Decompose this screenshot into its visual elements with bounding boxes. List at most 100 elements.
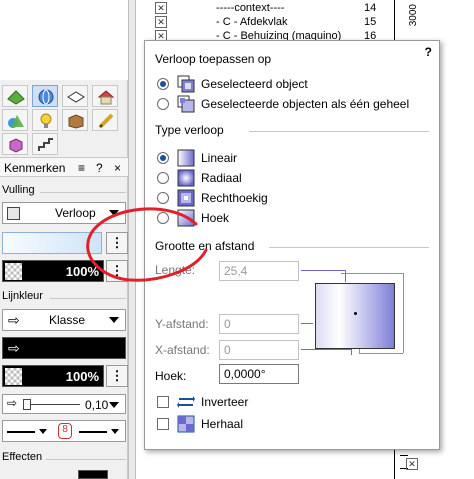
linear-gradient-icon — [177, 149, 195, 167]
angle-field[interactable]: 0,0000° — [219, 364, 299, 384]
line-style-row[interactable]: 8 — [2, 420, 126, 442]
line-weight-value: 0,10 — [85, 398, 109, 412]
type-option-angle[interactable]: Hoek — [157, 209, 307, 227]
delete-icon[interactable]: ✕ — [155, 2, 167, 14]
properties-title: Kenmerken — [4, 161, 66, 175]
link-icon[interactable]: 8 — [58, 423, 72, 439]
apply-option-group[interactable]: Geselecteerde objecten als één geheel — [157, 95, 427, 113]
invert-label: Inverteer — [201, 395, 249, 409]
list-item-number: 14 — [364, 2, 377, 14]
gradient-popup: ? Verloop toepassen op Geselecteerd obje… — [144, 40, 440, 450]
type-section-title: Type verloop — [155, 123, 224, 137]
list-item-number: 15 — [364, 16, 377, 28]
invert-checkbox[interactable] — [157, 396, 169, 408]
tool-button[interactable] — [92, 109, 118, 131]
radio-button[interactable] — [157, 98, 169, 110]
delete-icon[interactable]: ✕ — [155, 16, 167, 28]
apply-section-title: Verloop toepassen op — [155, 52, 272, 66]
tool-button[interactable] — [2, 133, 28, 155]
slider-thumb[interactable] — [23, 399, 31, 410]
effects-section-label: Effecten — [2, 451, 43, 463]
scroll-divider — [128, 0, 136, 479]
ruler-label: 3000 — [408, 4, 419, 27]
type-option-linear[interactable]: Lineair — [157, 149, 307, 167]
help-icon[interactable]: ? — [425, 45, 432, 59]
repeat-option[interactable]: Herhaal — [157, 415, 277, 433]
line-color-section-label: Lijnkleur — [2, 290, 43, 302]
size-section-title: Grootte en afstand — [155, 239, 255, 253]
delete-icon[interactable]: ✕ — [406, 458, 418, 470]
tool-button[interactable] — [92, 85, 118, 107]
type-option-label: Lineair — [201, 151, 238, 165]
single-object-icon — [177, 75, 195, 93]
line-opacity-bar[interactable]: 100% — [2, 365, 104, 387]
x-offset-field[interactable]: 0 — [219, 340, 299, 360]
apply-option-selected-object[interactable]: Geselecteerd object — [157, 75, 417, 93]
fill-opacity-value: 100% — [65, 264, 99, 279]
help-icon[interactable]: ? — [96, 161, 103, 175]
x-offset-label: X-afstand: — [155, 343, 210, 357]
bracket-line — [359, 353, 403, 354]
tool-button-active[interactable] — [32, 85, 58, 107]
list-item[interactable]: ✕ - C - Afdekvlak 15 — [150, 16, 390, 30]
list-item[interactable]: ✕ — [400, 458, 420, 472]
fill-opacity-options-button[interactable]: ⋮ — [106, 260, 128, 282]
ruler-tick — [400, 455, 408, 456]
bracket-line — [403, 273, 404, 353]
y-offset-label: Y-afstand: — [155, 317, 209, 331]
connector-line — [301, 349, 351, 350]
divider — [40, 192, 126, 193]
gradient-options-button[interactable]: ⋮ — [106, 232, 128, 254]
terrain-icon — [7, 90, 25, 105]
line-opacity-value: 100% — [65, 369, 99, 384]
line-color-dropdown[interactable]: ⇨ Klasse — [2, 309, 126, 331]
radio-button[interactable] — [157, 152, 169, 164]
repeat-checkbox[interactable] — [157, 418, 169, 430]
type-option-radial[interactable]: Radiaal — [157, 169, 307, 187]
cube-icon — [9, 138, 23, 153]
fill-opacity-bar[interactable]: 100% — [2, 260, 104, 282]
radio-button[interactable] — [157, 172, 169, 184]
angle-label: Hoek: — [155, 369, 187, 383]
length-label: Lengte: — [155, 263, 196, 277]
type-option-rectangular[interactable]: Rechthoekig — [157, 189, 307, 207]
gradient-swatch[interactable] — [2, 232, 102, 254]
line-color-swatch[interactable]: ⇨ — [2, 337, 126, 359]
connector-line — [301, 270, 345, 271]
list-item[interactable]: ✕ -----context---- 14 — [150, 2, 390, 16]
divider — [269, 247, 429, 248]
pencil-icon — [98, 113, 114, 129]
length-field[interactable]: 25,4 — [219, 261, 299, 281]
chevron-down-icon[interactable] — [111, 429, 119, 434]
line-color-value: Klasse — [49, 313, 86, 327]
line-weight-slider[interactable]: ⇨ 0,10 — [2, 394, 126, 414]
radio-button[interactable] — [157, 78, 169, 90]
tool-button[interactable] — [2, 109, 28, 131]
angle-gradient-icon — [177, 209, 195, 227]
tool-button[interactable] — [32, 133, 58, 155]
tool-button[interactable] — [62, 109, 88, 131]
globe-icon — [38, 89, 54, 105]
divider — [46, 459, 126, 460]
line-style-start — [7, 431, 35, 433]
connector-line — [351, 349, 352, 355]
invert-option[interactable]: Inverteer — [157, 393, 277, 411]
tool-button[interactable] — [32, 109, 58, 131]
connector-line — [345, 270, 346, 282]
pen-icon: ⇨ — [7, 396, 18, 410]
close-icon[interactable]: × — [114, 161, 121, 175]
list-item-label: -----context---- — [216, 2, 285, 14]
fill-type-dropdown[interactable]: Verloop — [2, 202, 126, 224]
chevron-down-icon[interactable] — [39, 429, 47, 434]
tool-button[interactable] — [62, 85, 88, 107]
type-option-label: Hoek — [201, 211, 230, 225]
tool-button[interactable] — [2, 85, 28, 107]
radio-button[interactable] — [157, 192, 169, 204]
effects-swatch[interactable] — [78, 470, 108, 479]
radio-button[interactable] — [157, 212, 169, 224]
line-opacity-options-button[interactable]: ⋮ — [106, 365, 128, 387]
y-offset-field[interactable]: 0 — [219, 314, 299, 334]
slider-track — [25, 404, 80, 405]
menu-icon[interactable]: ≡ — [78, 161, 85, 175]
gradient-preview[interactable] — [315, 283, 395, 349]
